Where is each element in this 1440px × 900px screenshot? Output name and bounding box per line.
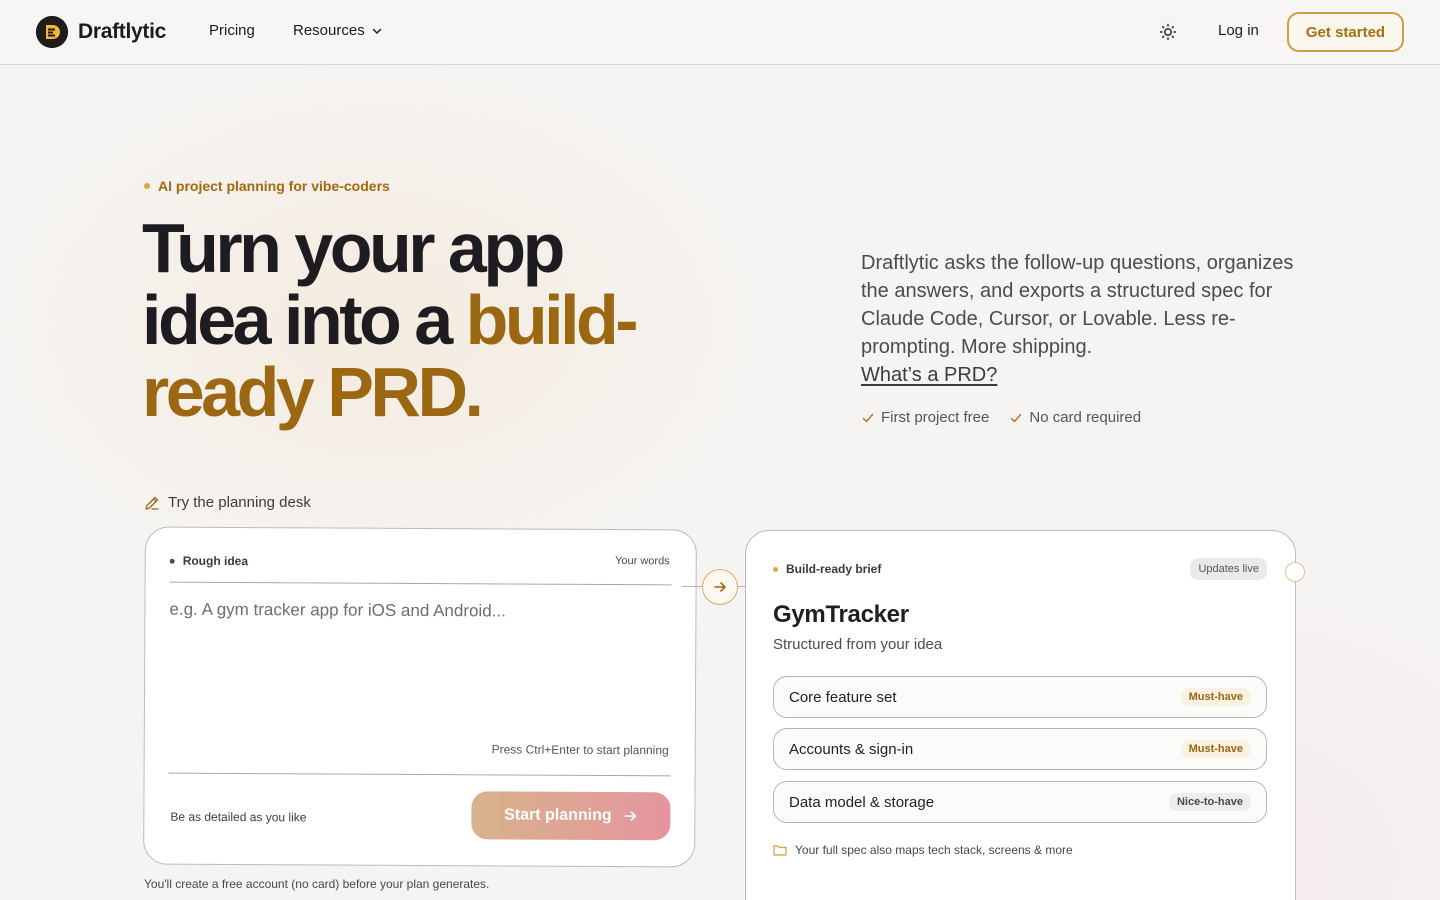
priority-tag: Must-have	[1180, 740, 1251, 758]
rough-idea-header: Rough idea	[169, 553, 249, 569]
nav-resources-dropdown[interactable]: Resources	[293, 22, 383, 39]
check-icon	[1011, 413, 1022, 422]
start-planning-label: Start planning	[504, 806, 612, 825]
brief-title: Build-ready brief	[786, 562, 882, 576]
arrow-right-icon	[624, 811, 637, 821]
rough-idea-card: Rough idea Your words Press Ctrl+Enter t…	[143, 526, 697, 868]
hero-headline: Turn your app idea into a build-ready PR…	[142, 212, 702, 428]
feature-label: Core feature set	[789, 688, 897, 706]
feature-row[interactable]: Core feature set Must-have	[773, 676, 1267, 718]
priority-tag: Nice-to-have	[1168, 793, 1251, 811]
nav-pricing-label: Pricing	[209, 22, 255, 39]
brief-header: Build-ready brief	[773, 562, 881, 576]
hero-description: Draftlytic asks the follow-up questions,…	[861, 249, 1301, 389]
spec-footnote-text: Your full spec also maps tech stack, scr…	[795, 843, 1073, 857]
brand-logo[interactable]: Draftlytic	[36, 16, 166, 48]
planning-desk-label-text: Try the planning desk	[168, 494, 311, 511]
feature-row[interactable]: Accounts & sign-in Must-have	[773, 728, 1267, 770]
build-ready-brief-card: Build-ready brief Updates live GymTracke…	[745, 530, 1296, 900]
card-divider	[168, 772, 671, 777]
arrow-right-icon	[714, 582, 726, 592]
header-dot	[773, 566, 778, 572]
idea-input[interactable]	[168, 599, 670, 733]
shortcut-hint: Press Ctrl+Enter to start planning	[491, 742, 669, 758]
check-label: No card required	[1029, 409, 1142, 426]
connector-arrow	[702, 569, 738, 605]
nav-pricing-link[interactable]: Pricing	[209, 22, 255, 39]
folder-icon	[773, 845, 787, 856]
nav-resources-label: Resources	[293, 22, 365, 39]
login-link[interactable]: Log in	[1218, 22, 1259, 39]
eyebrow-text: AI project planning for vibe-coders	[158, 178, 390, 194]
header-dot	[169, 558, 175, 564]
feature-row[interactable]: Data model & storage Nice-to-have	[773, 781, 1267, 823]
hero-description-text: Draftlytic asks the follow-up questions,…	[861, 252, 1294, 358]
your-words-label: Your words	[615, 555, 670, 568]
spec-footnote: Your full spec also maps tech stack, scr…	[773, 843, 1073, 857]
whats-a-prd-link[interactable]: What’s a PRD?	[861, 364, 997, 386]
logo-icon	[36, 16, 68, 48]
pencil-icon	[145, 496, 159, 510]
card-side-handle	[1285, 562, 1305, 582]
priority-tag: Must-have	[1180, 688, 1251, 706]
hero-checks: First project free No card required	[861, 409, 1141, 426]
detail-hint: Be as detailed as you like	[170, 809, 307, 825]
account-note: You'll create a free account (no card) b…	[144, 877, 490, 891]
check-label: First project free	[881, 409, 990, 426]
check-item: No card required	[1009, 409, 1141, 426]
check-item: First project free	[861, 409, 989, 426]
top-nav: Draftlytic Pricing Resources Log in Get …	[0, 0, 1440, 65]
feature-label: Accounts & sign-in	[789, 740, 914, 758]
check-icon	[862, 413, 874, 422]
chevron-down-icon	[372, 28, 381, 34]
card-divider	[169, 581, 672, 586]
eyebrow-dot	[144, 183, 150, 189]
app-subtitle: Structured from your idea	[773, 636, 943, 653]
feature-label: Data model & storage	[789, 793, 935, 811]
get-started-button[interactable]: Get started	[1287, 12, 1404, 52]
planning-desk-label: Try the planning desk	[144, 494, 311, 511]
updates-live-badge: Updates live	[1190, 558, 1267, 580]
sun-icon	[1159, 23, 1177, 41]
hero-eyebrow: AI project planning for vibe-coders	[144, 178, 390, 194]
rough-idea-title: Rough idea	[182, 553, 249, 569]
brand-name: Draftlytic	[78, 20, 167, 43]
theme-toggle-button[interactable]	[1156, 20, 1180, 44]
start-planning-button[interactable]: Start planning	[471, 791, 671, 841]
app-name: GymTracker	[773, 601, 909, 628]
